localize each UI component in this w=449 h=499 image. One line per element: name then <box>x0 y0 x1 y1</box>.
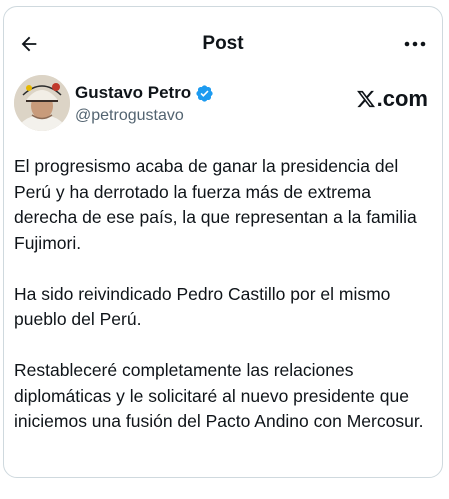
post-text: El progresismo acaba de ganar la preside… <box>14 154 428 460</box>
display-name[interactable]: Gustavo Petro <box>75 82 191 104</box>
post-header: Post <box>4 7 442 69</box>
more-options-button[interactable] <box>400 30 430 58</box>
more-horizontal-icon <box>404 41 426 47</box>
verified-badge-icon <box>195 84 214 103</box>
profile-photo <box>14 75 70 131</box>
brand-label: .com <box>376 86 428 111</box>
user-handle[interactable]: @petrogustavo <box>75 106 184 126</box>
page-title: Post <box>202 33 244 54</box>
avatar[interactable] <box>14 75 70 131</box>
x-logo-icon <box>356 90 375 108</box>
brand-wordmark: .com <box>356 86 428 112</box>
name-row: Gustavo Petro <box>75 82 214 104</box>
author-block: Gustavo Petro @petrogustavo .com <box>14 75 430 135</box>
post-paragraph: Restableceré completamente las relacione… <box>14 360 424 431</box>
post-paragraph: Ha sido reivindicado Pedro Castillo por … <box>14 283 391 330</box>
post-paragraph: El progresismo acaba de ganar la preside… <box>14 156 417 253</box>
post-card: Post Gustavo Petro @petrogustavo .com El… <box>3 6 443 478</box>
